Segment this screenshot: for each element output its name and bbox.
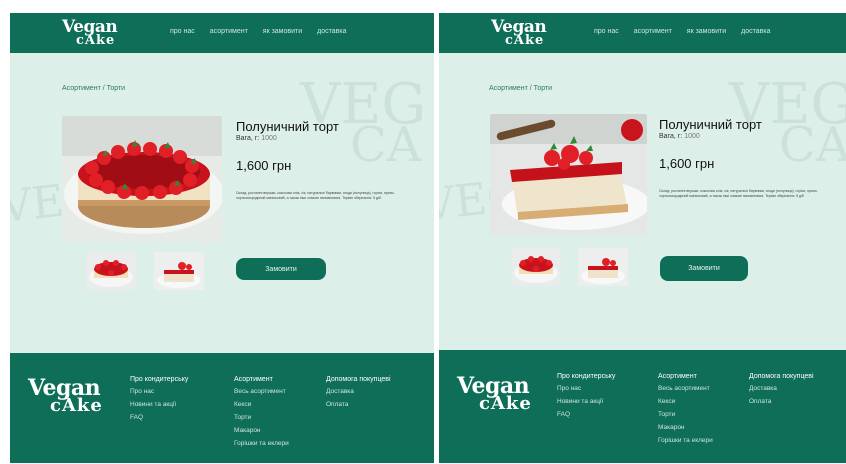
- footer-brand-logo[interactable]: Vegan cAke: [457, 375, 532, 413]
- whole-cake-illustration: [62, 116, 222, 242]
- footer-column-assortment: Асортимент Весь асортимент Кекси Торти М…: [234, 376, 289, 447]
- brand-logo[interactable]: Vegan cAke: [491, 19, 547, 48]
- order-button[interactable]: Замовити: [660, 256, 748, 281]
- brand-logo[interactable]: Vegan cAke: [62, 19, 118, 48]
- footer-brand-logo[interactable]: Vegan cAke: [28, 377, 103, 415]
- product-info: Полуничний торт Вага, г: 1000 1,600 грн С…: [659, 117, 834, 199]
- product-thumbnail-slice[interactable]: [154, 252, 204, 290]
- footer-link[interactable]: Новини та акції: [130, 401, 188, 408]
- product-description: Склад: рослинні вершки, кокосова олія, с…: [236, 191, 395, 200]
- main-nav: про нас асортимент як замовити доставка: [594, 28, 770, 35]
- footer-column-help: Допомога покупцеві Доставка Оплата: [326, 376, 391, 408]
- footer-column-help: Допомога покупцеві Доставка Оплата: [749, 373, 814, 405]
- product-info: Полуничний торт Вага, г: 1000 1,600 грн С…: [236, 119, 411, 201]
- site-header: Vegan cAke про нас асортимент як замовит…: [439, 13, 846, 53]
- product-thumbnail-slice[interactable]: [578, 248, 628, 286]
- order-button[interactable]: Замовити: [236, 258, 326, 280]
- footer-link[interactable]: Кекси: [234, 401, 289, 408]
- footer-link[interactable]: Оплата: [326, 401, 391, 408]
- product-main-image: [490, 114, 647, 235]
- nav-item-delivery[interactable]: доставка: [741, 28, 770, 35]
- site-footer: Vegan cAke Про кондитерську Про нас Нови…: [439, 350, 846, 463]
- nav-item-about[interactable]: про нас: [594, 28, 619, 35]
- footer-link[interactable]: Доставка: [749, 385, 814, 392]
- nav-item-about[interactable]: про нас: [170, 28, 195, 35]
- product-price: 1,600 грн: [236, 158, 292, 173]
- footer-column-assortment: Асортимент Весь асортимент Кекси Торти М…: [658, 373, 713, 444]
- product-weight: Вага, г: 1000: [659, 133, 700, 140]
- nav-item-delivery[interactable]: доставка: [317, 28, 346, 35]
- product-thumbnail-whole[interactable]: [86, 252, 136, 290]
- footer-link[interactable]: Торти: [234, 414, 289, 421]
- screen-right: VEG CA VEG Vegan cAke про нас асортимент…: [439, 13, 846, 463]
- footer-link[interactable]: Весь асортимент: [658, 385, 713, 392]
- footer-column-about: Про кондитерську Про нас Новини та акції…: [130, 376, 189, 421]
- nav-item-how-to-order[interactable]: як замовити: [263, 28, 302, 35]
- main-nav: про нас асортимент як замовити доставка: [170, 28, 346, 35]
- footer-link[interactable]: FAQ: [130, 414, 188, 421]
- footer-link[interactable]: Новини та акції: [557, 398, 615, 405]
- footer-link[interactable]: Доставка: [326, 388, 391, 395]
- footer-link[interactable]: Горішки та еклери: [234, 440, 289, 447]
- footer-link[interactable]: Макарон: [658, 424, 713, 431]
- footer-link[interactable]: FAQ: [557, 411, 615, 418]
- cake-slice-illustration: [490, 114, 647, 235]
- product-description: Склад: рослинні вершки, кокосова олія, с…: [659, 189, 818, 198]
- site-footer: Vegan cAke Про кондитерську Про нас Нови…: [10, 353, 434, 463]
- footer-column-about: Про кондитерську Про нас Новини та акції…: [557, 373, 616, 418]
- breadcrumb[interactable]: Асортимент / Торти: [489, 85, 552, 92]
- breadcrumb[interactable]: Асортимент / Торти: [62, 85, 125, 92]
- footer-link[interactable]: Весь асортимент: [234, 388, 289, 395]
- footer-link[interactable]: Про нас: [130, 388, 188, 395]
- nav-item-assortment[interactable]: асортимент: [634, 28, 672, 35]
- footer-link[interactable]: Горішки та еклери: [658, 437, 713, 444]
- product-title: Полуничний торт: [659, 117, 762, 132]
- product-price: 1,600 грн: [659, 156, 715, 171]
- nav-item-assortment[interactable]: асортимент: [210, 28, 248, 35]
- footer-link[interactable]: Про нас: [557, 385, 615, 392]
- site-header: Vegan cAke про нас асортимент як замовит…: [10, 13, 434, 53]
- footer-link[interactable]: Макарон: [234, 427, 289, 434]
- product-thumbnail-whole[interactable]: [511, 248, 561, 286]
- product-main-image: [62, 116, 222, 242]
- product-title: Полуничний торт: [236, 119, 339, 134]
- footer-link[interactable]: Кекси: [658, 398, 713, 405]
- footer-link[interactable]: Торти: [658, 411, 713, 418]
- product-weight: Вага, г: 1000: [236, 135, 277, 142]
- nav-item-how-to-order[interactable]: як замовити: [687, 28, 726, 35]
- footer-link[interactable]: Оплата: [749, 398, 814, 405]
- screen-left: VEG CA VEG Vegan cAke про нас асортимент…: [10, 13, 434, 463]
